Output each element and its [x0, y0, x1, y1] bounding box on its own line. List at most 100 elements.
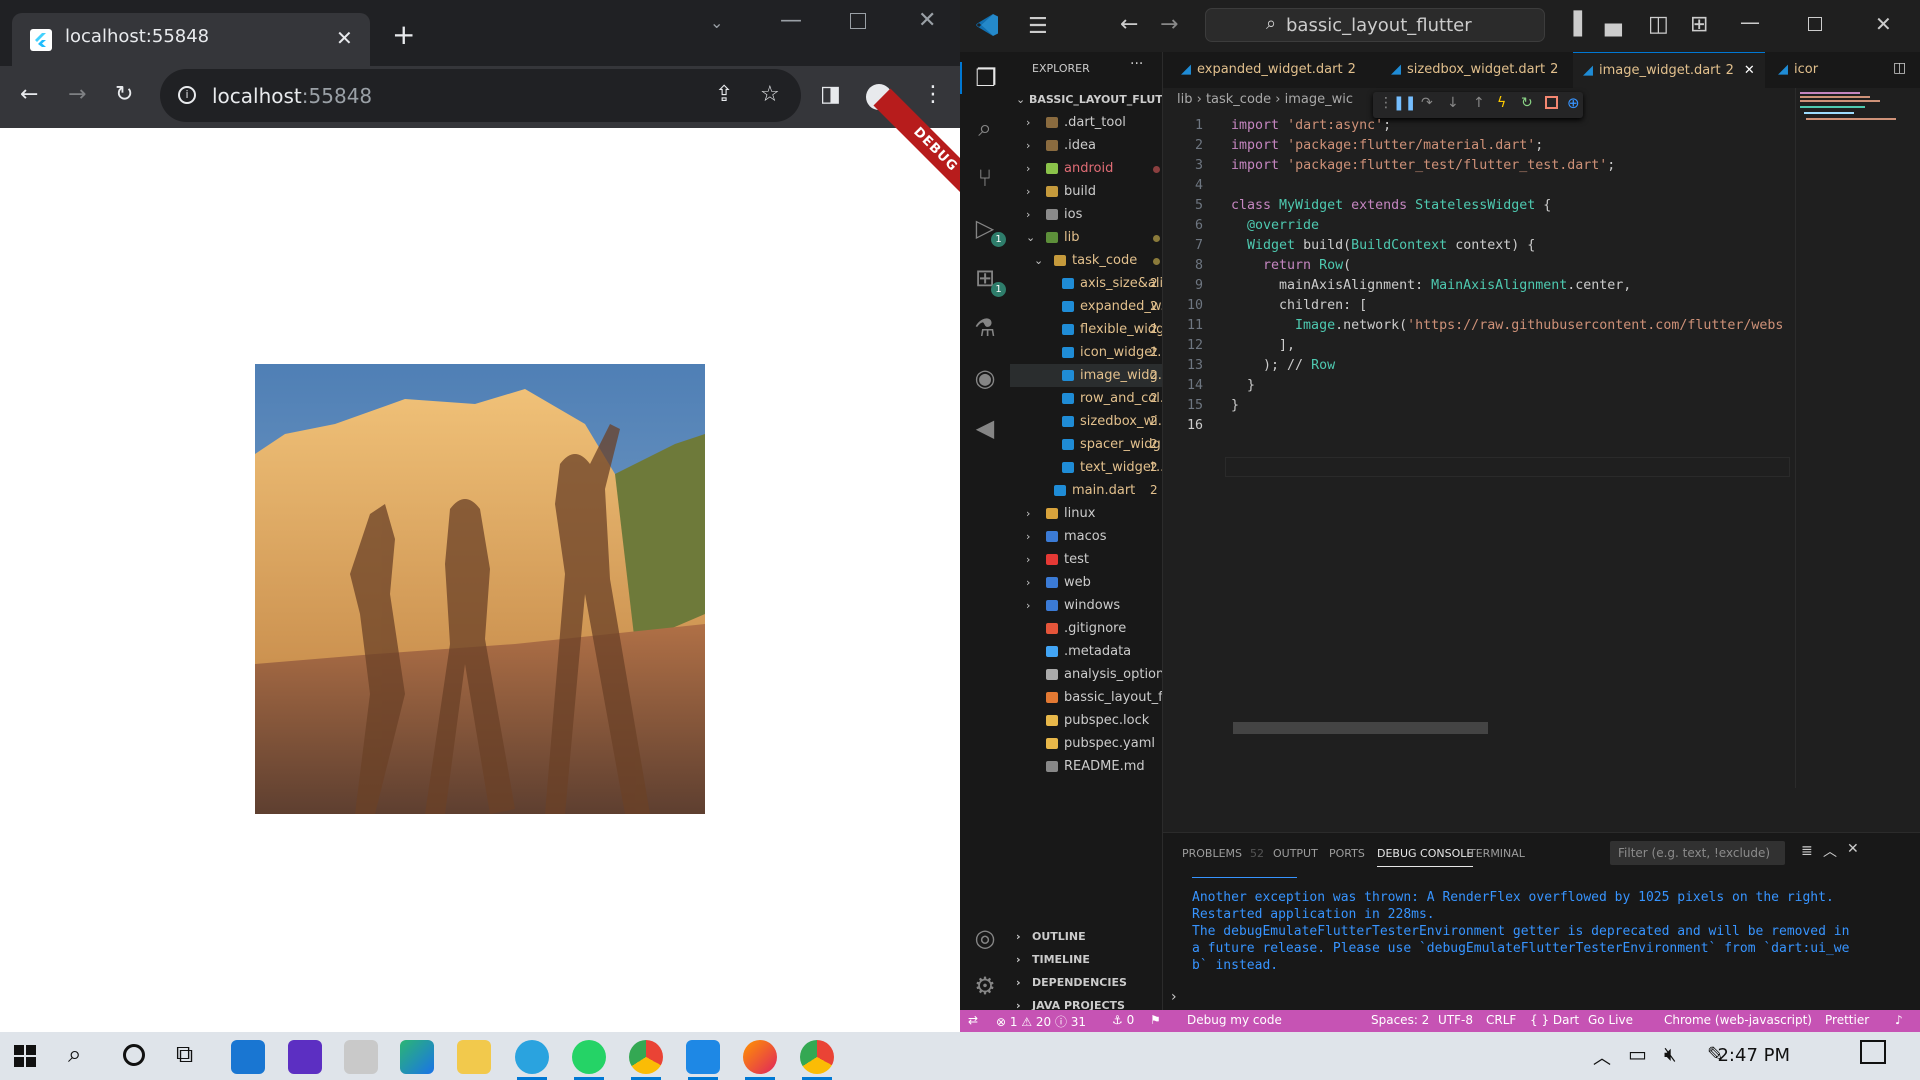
explorer-item[interactable]: axis_size&ali...2 — [1010, 272, 1162, 295]
volume-mute-icon[interactable]: 🔇︎ — [1664, 1042, 1677, 1066]
prettier-status[interactable]: Prettier — [1825, 1013, 1869, 1027]
panel-tab-problems[interactable]: PROBLEMS 52 — [1182, 847, 1264, 860]
drag-handle-icon[interactable]: ⋮ — [1379, 95, 1393, 111]
minimize-icon[interactable]: — — [1740, 10, 1760, 34]
maximize-icon[interactable] — [850, 13, 866, 29]
firefox-icon[interactable] — [743, 1040, 777, 1080]
forward-icon[interactable]: → — [68, 84, 86, 106]
explorer-item[interactable]: ⌄ lib — [1010, 226, 1162, 249]
explorer-item[interactable]: › .dart_tool — [1010, 111, 1162, 134]
explorer-item[interactable]: › windows — [1010, 594, 1162, 617]
explorer-item[interactable]: ⌄ task_code — [1010, 249, 1162, 272]
settings-gear-icon[interactable]: ⚙ — [969, 970, 1001, 1002]
visual-studio-icon[interactable] — [288, 1040, 322, 1074]
explorer-item[interactable]: README.md — [1010, 755, 1162, 778]
menu-icon[interactable]: ⋮ — [922, 84, 944, 106]
github-icon[interactable]: ◉ — [969, 362, 1001, 394]
sidepanel-icon[interactable]: ◨ — [820, 84, 841, 106]
explorer-item[interactable]: › build — [1010, 180, 1162, 203]
notification-center-icon[interactable] — [1860, 1040, 1886, 1064]
explorer-item[interactable]: text_widget....2 — [1010, 456, 1162, 479]
remote-icon[interactable]: ⇄ — [968, 1013, 978, 1027]
telegram-icon[interactable] — [515, 1040, 549, 1080]
panel-tab-ports[interactable]: PORTS — [1329, 847, 1365, 860]
share-icon[interactable]: ⇪ — [715, 84, 733, 106]
editor-tab[interactable]: ◢ icor — [1768, 52, 1833, 88]
task-view-icon[interactable]: ⧉ — [176, 1040, 193, 1068]
step-out-icon[interactable]: ↑ — [1473, 95, 1485, 111]
explorer-item[interactable]: › ios — [1010, 203, 1162, 226]
battery-icon[interactable]: ▭ — [1628, 1042, 1647, 1066]
close-panel-icon[interactable]: ✕ — [1847, 841, 1859, 857]
horizontal-scrollbar[interactable] — [1233, 722, 1488, 734]
explorer-item[interactable]: sizedbox_wi... 2 — [1010, 410, 1162, 433]
address-bar[interactable]: i localhost:55848 ⇪ ☆ — [160, 69, 801, 122]
nav-back-icon[interactable]: ← — [1120, 12, 1138, 37]
toggle-sidebar-icon[interactable]: ▐ — [1565, 12, 1582, 37]
close-tab-icon[interactable]: ✕ — [336, 26, 353, 50]
explorer-item[interactable]: flexible_widg...2 — [1010, 318, 1162, 341]
reload-icon[interactable]: ↻ — [115, 84, 133, 106]
cortana-icon[interactable] — [123, 1044, 145, 1066]
explorer-item[interactable]: pubspec.lock — [1010, 709, 1162, 732]
explorer-item[interactable]: main.dart 2 — [1010, 479, 1162, 502]
explorer-item[interactable]: › linux — [1010, 502, 1162, 525]
inspect-widget-icon[interactable]: ⊕ — [1567, 94, 1580, 112]
command-center[interactable]: ⌕ bassic_layout_flutter — [1205, 8, 1545, 42]
panel-tab-debug-console[interactable]: DEBUG CONSOLE — [1377, 847, 1474, 867]
explorer-item[interactable]: › test — [1010, 548, 1162, 571]
flutter-icon[interactable]: ◀ — [969, 412, 1001, 444]
encoding-status[interactable]: UTF-8 — [1438, 1013, 1473, 1027]
more-actions-icon[interactable]: ··· — [1130, 56, 1143, 72]
problems-status[interactable]: ⊗ 1 ⚠ 20 ⓘ 31 — [996, 1013, 1086, 1030]
extensions-icon[interactable]: ⊞ 1 — [969, 262, 1006, 297]
split-editor-icon[interactable]: ◫ — [1893, 60, 1906, 76]
pause-icon[interactable]: ❚❚ — [1393, 95, 1416, 111]
sidebar-section-java-projects[interactable]: › JAVA PROJECTS — [1010, 994, 1162, 1010]
run-debug-icon[interactable]: ▷ 1 — [969, 212, 1006, 247]
maximize-icon[interactable] — [1808, 17, 1822, 31]
device-status[interactable]: Chrome (web-javascript) — [1664, 1013, 1812, 1027]
eol-status[interactable]: CRLF — [1486, 1013, 1516, 1027]
mail-icon[interactable] — [231, 1040, 265, 1074]
close-window-icon[interactable]: ✕ — [1875, 12, 1892, 36]
explorer-item[interactable]: row_and_col... 2 — [1010, 387, 1162, 410]
ports-status[interactable]: ⚓ 0 — [1112, 1013, 1134, 1027]
console-filter-input[interactable]: Filter (e.g. text, !exclude) — [1610, 841, 1785, 865]
explorer-item[interactable]: .metadata — [1010, 640, 1162, 663]
edge-icon[interactable] — [400, 1040, 434, 1074]
go-live-status[interactable]: Go Live — [1588, 1013, 1633, 1027]
minimize-icon[interactable]: — — [780, 10, 802, 32]
bookmark-star-icon[interactable]: ☆ — [760, 84, 780, 106]
step-over-icon[interactable]: ↷ — [1421, 95, 1433, 111]
taskbar-search-icon[interactable]: ⌕ — [68, 1040, 81, 1068]
language-status[interactable]: { } Dart — [1530, 1013, 1579, 1027]
explorer-item[interactable]: .gitignore — [1010, 617, 1162, 640]
minimap[interactable] — [1795, 88, 1920, 788]
source-control-icon[interactable]: ⑂ — [969, 162, 1001, 194]
stop-icon[interactable] — [1545, 96, 1558, 109]
new-tab-button[interactable]: + — [392, 21, 415, 49]
explorer-root-folder[interactable]: ⌄ BASSIC_LAYOUT_FLUTTER — [1010, 88, 1162, 111]
site-info-icon[interactable]: i — [178, 86, 196, 104]
editor-tab[interactable]: ◢ expanded_widget.dart 2 — [1171, 52, 1366, 88]
windows-start-icon[interactable] — [14, 1045, 36, 1067]
explorer-item[interactable]: bassic_layout_flutter... — [1010, 686, 1162, 709]
clock[interactable]: 2:47 PM — [1717, 1045, 1790, 1066]
explorer-item[interactable]: › android — [1010, 157, 1162, 180]
explorer-item[interactable]: expanded_w...2 — [1010, 295, 1162, 318]
restart-icon[interactable]: ↻ — [1521, 95, 1533, 111]
explorer-item[interactable]: › .idea — [1010, 134, 1162, 157]
explorer-item[interactable]: spacer_widg...2 — [1010, 433, 1162, 456]
maximize-panel-icon[interactable]: ︿ — [1823, 841, 1837, 861]
explorer-item[interactable]: › macos — [1010, 525, 1162, 548]
show-hidden-icons-icon[interactable]: ︿ — [1593, 1044, 1611, 1070]
nav-forward-icon[interactable]: → — [1160, 12, 1178, 37]
explorer-item[interactable]: image_widg... 2 — [1010, 364, 1162, 387]
debug-config-status[interactable]: Debug my code — [1187, 1013, 1282, 1027]
explorer-item[interactable]: analysis_options.yaml — [1010, 663, 1162, 686]
close-window-icon[interactable]: ✕ — [918, 10, 936, 32]
vscode-taskbar-icon[interactable] — [686, 1040, 720, 1080]
sidebar-section-outline[interactable]: › OUTLINE — [1010, 925, 1162, 948]
hot-reload-icon[interactable]: ϟ — [1497, 95, 1506, 111]
